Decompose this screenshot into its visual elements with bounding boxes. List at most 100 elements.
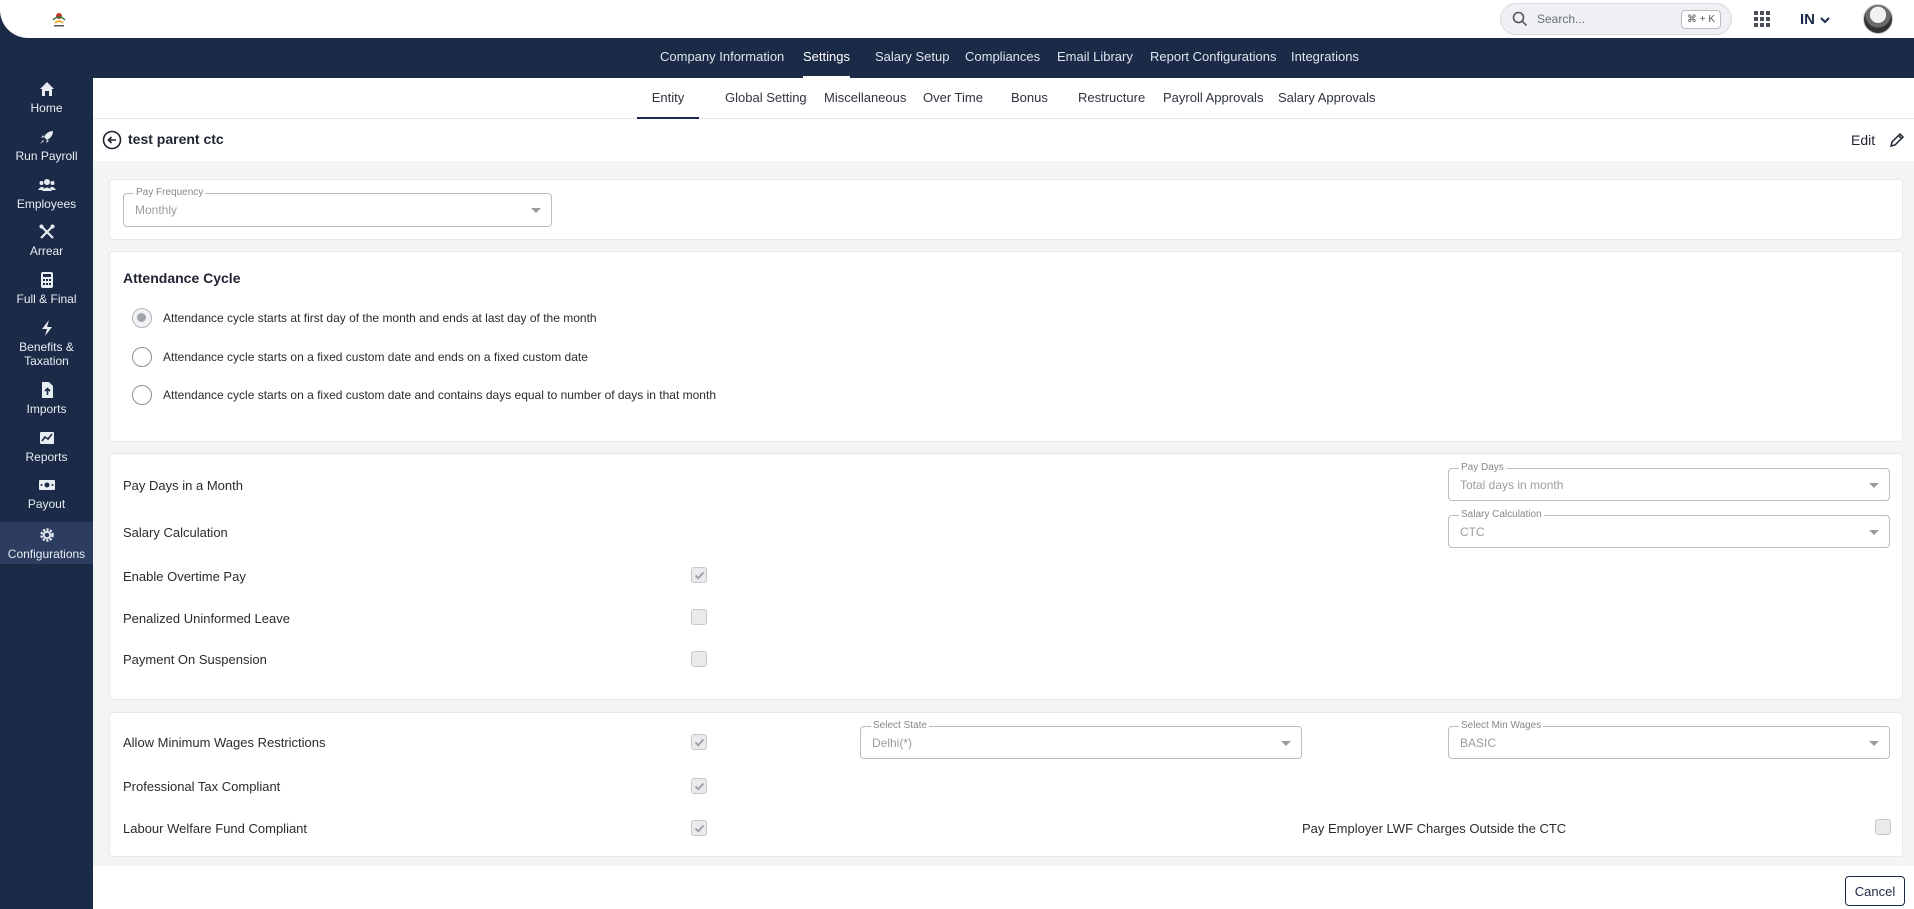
subtab-salary-approvals[interactable]: Salary Approvals xyxy=(1278,78,1376,119)
attendance-cycle-card: Attendance Cycle Attendance cycle starts… xyxy=(109,251,1903,442)
dropdown-caret-icon xyxy=(1869,529,1879,535)
pay-days-value: Total days in month xyxy=(1460,477,1564,492)
subtab-over-time[interactable]: Over Time xyxy=(923,78,983,119)
radio-button-selected[interactable] xyxy=(132,308,152,328)
tab-compliances[interactable]: Compliances xyxy=(965,38,1040,78)
lwf-outside-ctc-label: Pay Employer LWF Charges Outside the CTC xyxy=(1302,821,1567,836)
users-icon xyxy=(37,179,56,191)
sidebar-item-imports[interactable]: Imports xyxy=(0,381,93,416)
chevron-down-icon xyxy=(1820,16,1830,23)
back-arrow-icon[interactable] xyxy=(102,130,122,150)
sub-nav: Entity Global Setting Miscellaneous Over… xyxy=(93,78,1914,119)
home-icon xyxy=(39,82,54,96)
tab-report-configurations[interactable]: Report Configurations xyxy=(1150,38,1276,78)
dropdown-caret-icon xyxy=(1281,740,1291,746)
radio-button[interactable] xyxy=(132,385,152,405)
payment-on-suspension-checkbox[interactable] xyxy=(691,651,707,667)
checkmark-icon xyxy=(694,782,705,791)
payment-on-suspension-label: Payment On Suspension xyxy=(123,652,267,667)
tools-icon xyxy=(39,224,54,239)
tab-email-library[interactable]: Email Library xyxy=(1057,38,1133,78)
dropdown-caret-icon xyxy=(1869,740,1879,746)
file-upload-icon xyxy=(41,382,53,398)
top-bar-surface: Search... ⌘ + K IN xyxy=(0,0,1914,38)
checkmark-icon xyxy=(694,571,705,580)
calculator-icon xyxy=(40,272,53,288)
page-header: test parent ctc Edit xyxy=(93,119,1914,161)
enable-overtime-label: Enable Overtime Pay xyxy=(123,569,246,584)
subtab-restructure[interactable]: Restructure xyxy=(1078,78,1145,119)
bolt-icon xyxy=(41,320,52,336)
cancel-button[interactable]: Cancel xyxy=(1845,876,1905,906)
attendance-option-label: Attendance cycle starts on a fixed custo… xyxy=(163,350,588,364)
lwf-label: Labour Welfare Fund Compliant xyxy=(123,821,308,836)
subtab-bonus[interactable]: Bonus xyxy=(1011,78,1048,119)
lwf-checkbox[interactable] xyxy=(691,820,707,836)
lwf-outside-ctc-checkbox[interactable] xyxy=(1875,819,1891,835)
attendance-option-2[interactable]: Attendance cycle starts on a fixed custo… xyxy=(132,347,588,367)
subtab-payroll-approvals[interactable]: Payroll Approvals xyxy=(1163,78,1263,119)
search-box[interactable]: Search... ⌘ + K xyxy=(1500,3,1732,35)
pay-days-select[interactable]: Pay Days Total days in month xyxy=(1448,462,1890,501)
rocket-icon xyxy=(39,131,53,144)
page-title: test parent ctc xyxy=(128,131,224,147)
tab-company-information[interactable]: Company Information xyxy=(660,38,784,78)
professional-tax-label: Professional Tax Compliant xyxy=(123,779,281,794)
sidebar-item-benefits-taxation[interactable]: Benefits & Taxation xyxy=(0,319,93,368)
tab-salary-setup[interactable]: Salary Setup xyxy=(875,38,949,78)
sidebar-item-reports[interactable]: Reports xyxy=(0,429,93,464)
footer-bar xyxy=(93,866,1914,909)
checkmark-icon xyxy=(694,824,705,833)
tab-settings[interactable]: Settings xyxy=(803,38,850,78)
select-min-wages-value: BASIC xyxy=(1460,735,1497,750)
money-icon xyxy=(38,480,55,490)
attendance-option-1[interactable]: Attendance cycle starts at first day of … xyxy=(132,308,597,328)
professional-tax-checkbox[interactable] xyxy=(691,778,707,794)
pay-frequency-select[interactable]: Pay Frequency Monthly xyxy=(123,187,552,227)
select-min-wages-dropdown[interactable]: Select Min Wages BASIC xyxy=(1448,720,1890,759)
checkmark-icon xyxy=(694,738,705,747)
user-avatar[interactable] xyxy=(1863,4,1893,34)
salary-calculation-select[interactable]: Salary Calculation CTC xyxy=(1448,509,1890,548)
edit-button[interactable]: Edit xyxy=(1851,132,1875,148)
pay-frequency-card: Pay Frequency Monthly xyxy=(109,179,1903,240)
sidebar-item-full-final[interactable]: Full & Final xyxy=(0,271,93,306)
sidebar-item-arrear[interactable]: Arrear xyxy=(0,223,93,258)
subtab-global-setting[interactable]: Global Setting xyxy=(725,78,807,119)
attendance-option-3[interactable]: Attendance cycle starts on a fixed custo… xyxy=(132,385,716,405)
salary-calculation-label: Salary Calculation xyxy=(123,525,228,540)
sidebar-item-payout[interactable]: Payout xyxy=(0,476,93,511)
select-state-dropdown[interactable]: Select State Delhi(*) xyxy=(860,720,1302,759)
subtab-entity[interactable]: Entity xyxy=(637,78,699,119)
language-selector[interactable]: IN xyxy=(1800,11,1831,28)
company-logo[interactable] xyxy=(48,8,70,30)
attendance-option-label: Attendance cycle starts on a fixed custo… xyxy=(163,388,716,402)
pay-frequency-value: Monthly xyxy=(135,203,178,217)
pay-settings-card: Pay Days in a Month Pay Days Total days … xyxy=(109,453,1903,700)
sidebar-item-configurations[interactable]: Configurations xyxy=(0,522,93,564)
chart-icon xyxy=(39,432,54,444)
sidebar-item-employees[interactable]: Employees xyxy=(0,176,93,211)
enable-overtime-checkbox[interactable] xyxy=(691,567,707,583)
sidebar: Home Run Payroll Employees Arrear Full &… xyxy=(0,38,93,909)
penalized-leave-checkbox[interactable] xyxy=(691,609,707,625)
subtab-miscellaneous[interactable]: Miscellaneous xyxy=(824,78,906,119)
search-shortcut-badge: ⌘ + K xyxy=(1680,9,1721,29)
select-state-value: Delhi(*) xyxy=(872,735,913,750)
search-icon xyxy=(1512,11,1528,27)
pencil-icon[interactable] xyxy=(1888,131,1906,149)
dropdown-caret-icon xyxy=(531,208,541,213)
min-wages-label: Allow Minimum Wages Restrictions xyxy=(123,735,326,750)
sidebar-item-home[interactable]: Home xyxy=(0,80,93,115)
dropdown-caret-icon xyxy=(1869,482,1879,488)
attendance-option-label: Attendance cycle starts at first day of … xyxy=(163,311,597,325)
pay-days-label: Pay Days in a Month xyxy=(123,478,243,493)
gear-icon xyxy=(39,528,54,542)
radio-button[interactable] xyxy=(132,347,152,367)
attendance-cycle-title: Attendance Cycle xyxy=(123,270,241,286)
sidebar-item-run-payroll[interactable]: Run Payroll xyxy=(0,128,93,163)
tab-integrations[interactable]: Integrations xyxy=(1291,38,1359,78)
apps-grid-icon[interactable] xyxy=(1753,10,1771,28)
search-input[interactable]: Search... xyxy=(1537,12,1681,26)
min-wages-checkbox[interactable] xyxy=(691,734,707,750)
